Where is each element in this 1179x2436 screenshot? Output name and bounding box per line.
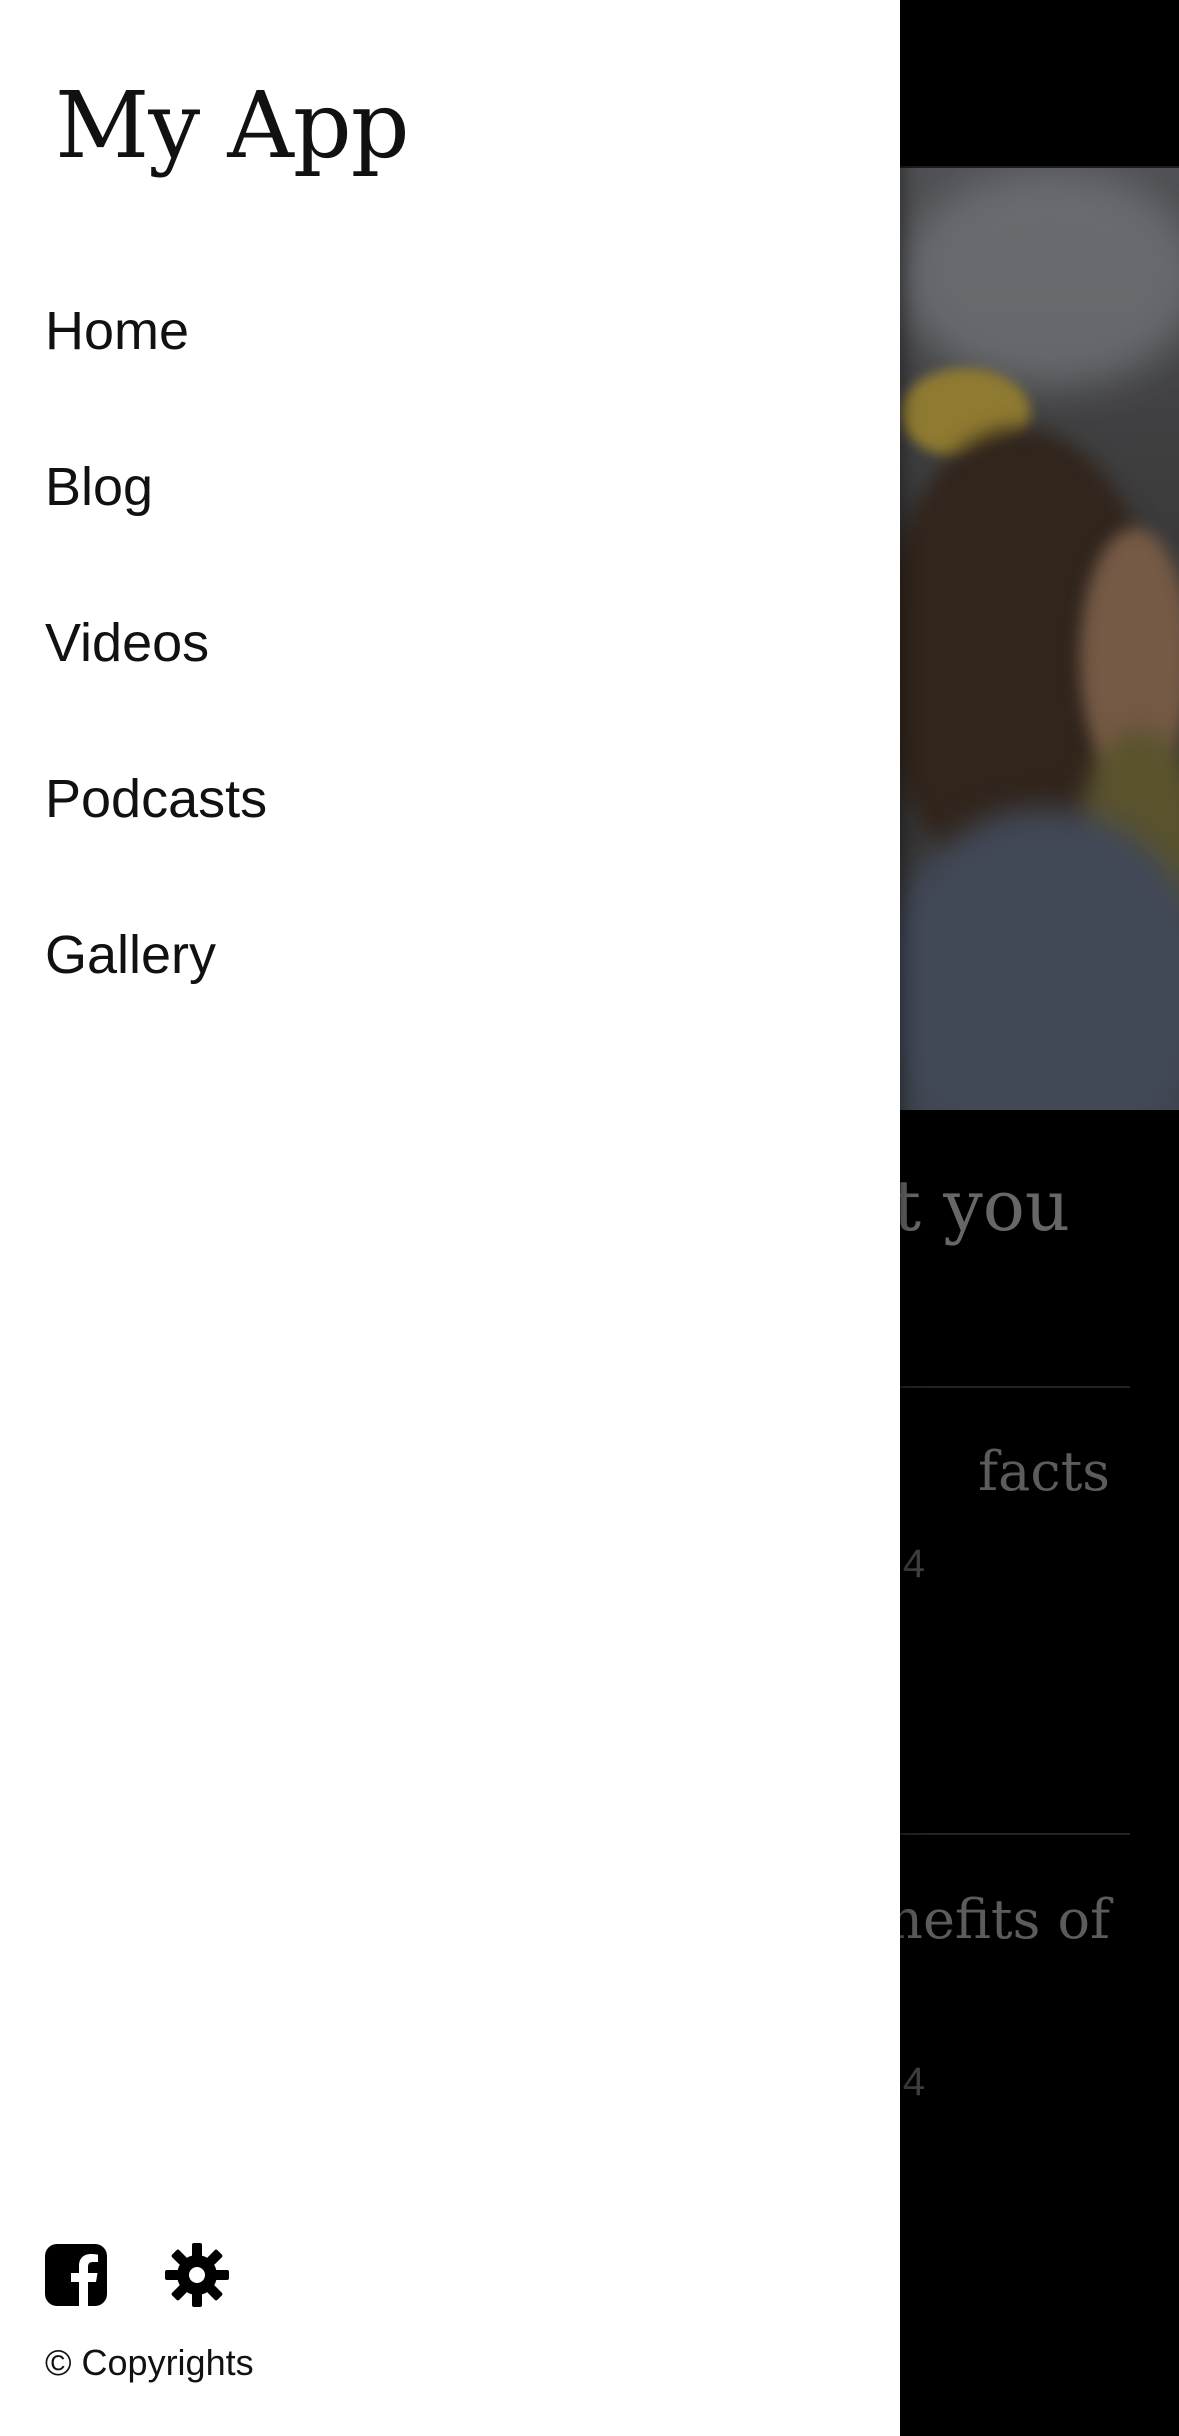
nav-item-home[interactable]: Home	[0, 270, 900, 426]
nav-item-videos[interactable]: Videos	[0, 582, 900, 738]
gear-icon[interactable]	[165, 2243, 229, 2307]
nav-item-podcasts[interactable]: Podcasts	[0, 738, 900, 894]
drawer-nav: Home Blog Videos Podcasts Gallery	[0, 270, 900, 1050]
facebook-icon[interactable]	[45, 2244, 107, 2306]
app-title: My App	[55, 72, 410, 179]
nav-item-blog[interactable]: Blog	[0, 426, 900, 582]
nav-item-gallery[interactable]: Gallery	[0, 894, 900, 1050]
footer-icon-row	[45, 2243, 229, 2307]
copyright-text: © Copyrights	[45, 2342, 254, 2383]
drawer-footer	[45, 2243, 229, 2307]
navigation-drawer: My App Home Blog Videos Podcasts Gallery	[0, 0, 900, 2436]
